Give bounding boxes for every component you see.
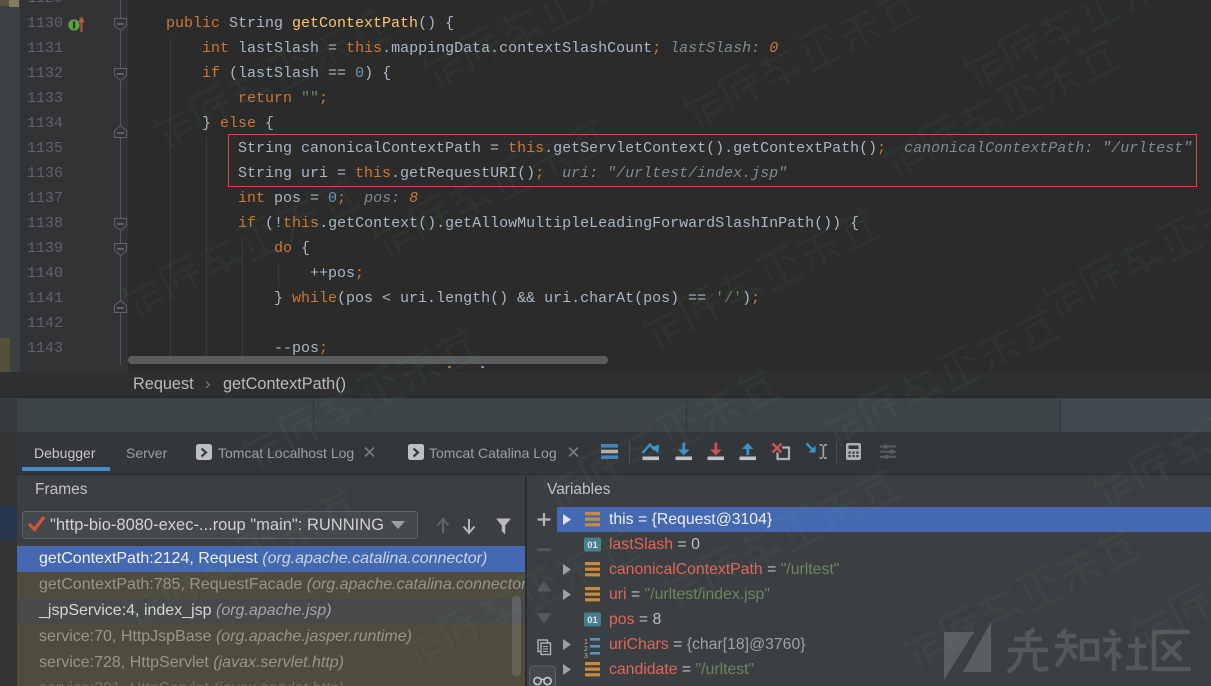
svg-text:1: 1	[584, 639, 588, 646]
svg-text:01: 01	[587, 615, 598, 626]
svg-text:3: 3	[584, 653, 588, 660]
svg-text:01: 01	[587, 540, 598, 551]
svg-text:2: 2	[584, 646, 588, 653]
